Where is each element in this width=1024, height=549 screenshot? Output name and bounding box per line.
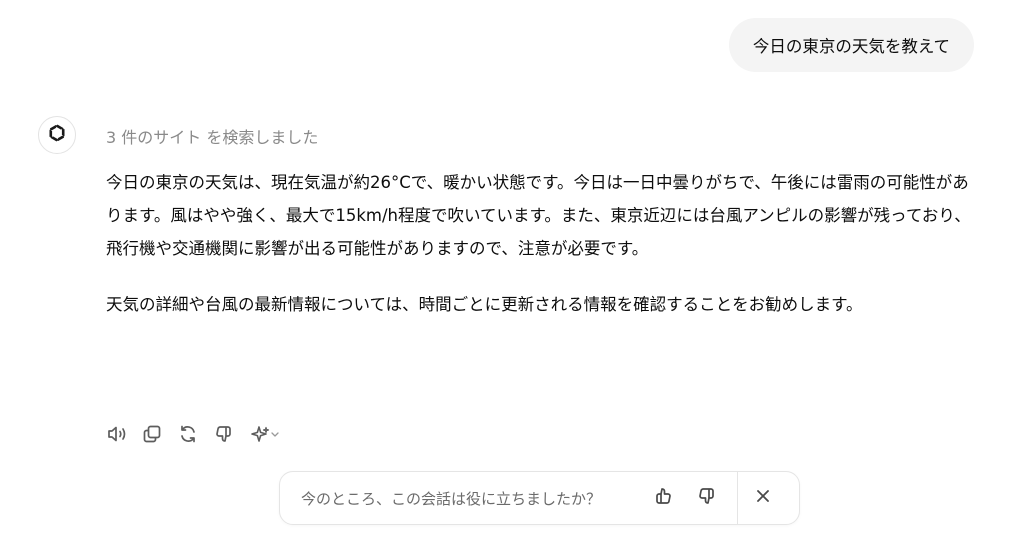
feedback-bar: 今のところ、この会話は役に立ちましたか？ bbox=[279, 471, 800, 525]
bad-response-button[interactable] bbox=[214, 420, 250, 448]
message-actions bbox=[106, 420, 286, 448]
thumbs-down-icon bbox=[697, 486, 717, 510]
assistant-answer: 今日の東京の天気は、現在気温が約26°Cで、暖かい状態です。今日は一日中曇りがち… bbox=[106, 166, 976, 344]
thumbs-down-icon bbox=[214, 424, 234, 444]
copy-icon bbox=[142, 424, 162, 444]
model-switch-button[interactable] bbox=[250, 420, 286, 448]
regenerate-icon bbox=[178, 424, 198, 444]
chat-page: 今日の東京の天気を教えて 3 件のサイト を検索しました 今日の東京の天気は、現… bbox=[0, 0, 1024, 549]
regenerate-button[interactable] bbox=[178, 420, 214, 448]
answer-paragraph: 今日の東京の天気は、現在気温が約26°Cで、暖かい状態です。今日は一日中曇りがち… bbox=[106, 173, 971, 258]
feedback-prompt: 今のところ、この会話は役に立ちましたか？ bbox=[301, 489, 602, 508]
user-message-text: 今日の東京の天気を教えて bbox=[752, 37, 950, 56]
speaker-icon bbox=[106, 424, 130, 444]
copy-button[interactable] bbox=[142, 420, 178, 448]
searched-sources-label[interactable]: 3 件のサイト を検索しました bbox=[106, 124, 318, 148]
openai-logo-icon bbox=[46, 122, 68, 148]
feedback-not-helpful-button[interactable] bbox=[685, 478, 729, 518]
feedback-helpful-button[interactable] bbox=[641, 478, 685, 518]
thumbs-up-icon bbox=[653, 486, 673, 510]
read-aloud-button[interactable] bbox=[106, 420, 142, 448]
assistant-avatar bbox=[38, 116, 76, 154]
user-message-bubble: 今日の東京の天気を教えて bbox=[728, 18, 974, 72]
answer-paragraph: 天気の詳細や台風の最新情報については、時間ごとに更新される情報を確認することをお… bbox=[106, 295, 863, 314]
feedback-close-button[interactable] bbox=[738, 478, 788, 518]
close-icon bbox=[755, 488, 771, 508]
sparkle-model-icon bbox=[250, 424, 282, 444]
